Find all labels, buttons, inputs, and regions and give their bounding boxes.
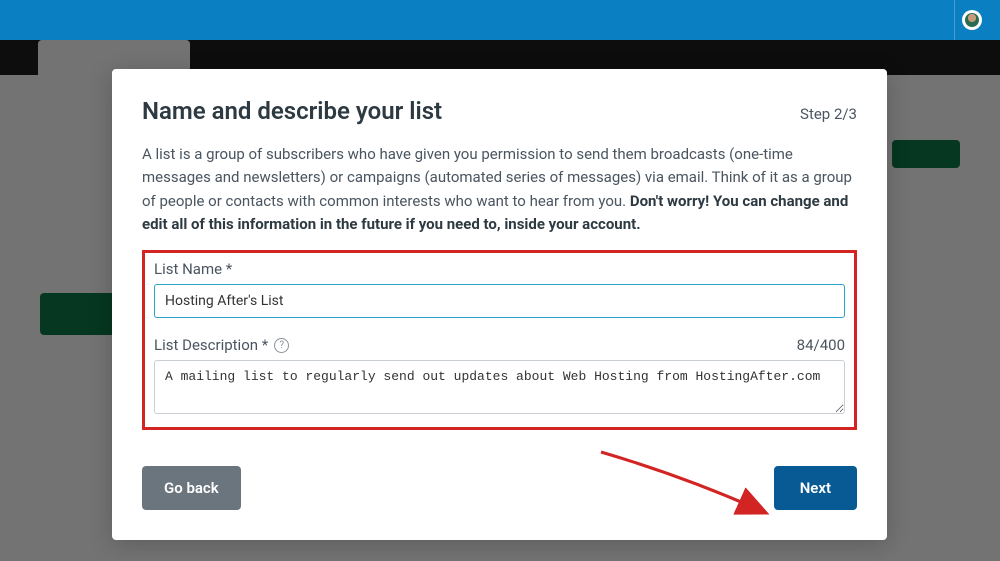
list-desc-label: List Description * ? xyxy=(154,336,289,354)
modal-footer: Go back Next xyxy=(142,466,857,510)
modal-header: Name and describe your list Step 2/3 xyxy=(142,97,857,125)
create-list-modal: Name and describe your list Step 2/3 A l… xyxy=(112,69,887,540)
list-name-input[interactable] xyxy=(154,284,845,318)
list-desc-input[interactable] xyxy=(154,360,845,414)
list-desc-label-row: List Description * ? 84/400 xyxy=(154,336,845,360)
step-indicator: Step 2/3 xyxy=(800,105,857,123)
modal-title: Name and describe your list xyxy=(142,97,442,125)
top-bar xyxy=(0,0,1000,40)
list-name-label: List Name * xyxy=(154,260,845,278)
modal-description: A list is a group of subscribers who hav… xyxy=(142,143,857,236)
avatar-image xyxy=(965,13,979,27)
help-icon[interactable]: ? xyxy=(274,338,289,353)
next-button[interactable]: Next xyxy=(774,466,857,510)
go-back-button[interactable]: Go back xyxy=(142,466,241,510)
list-desc-label-text: List Description * xyxy=(154,336,268,354)
top-bar-divider xyxy=(954,0,955,40)
form-highlight-box: List Name * List Description * ? 84/400 xyxy=(142,250,857,430)
char-count: 84/400 xyxy=(797,336,845,354)
avatar[interactable] xyxy=(962,10,982,30)
